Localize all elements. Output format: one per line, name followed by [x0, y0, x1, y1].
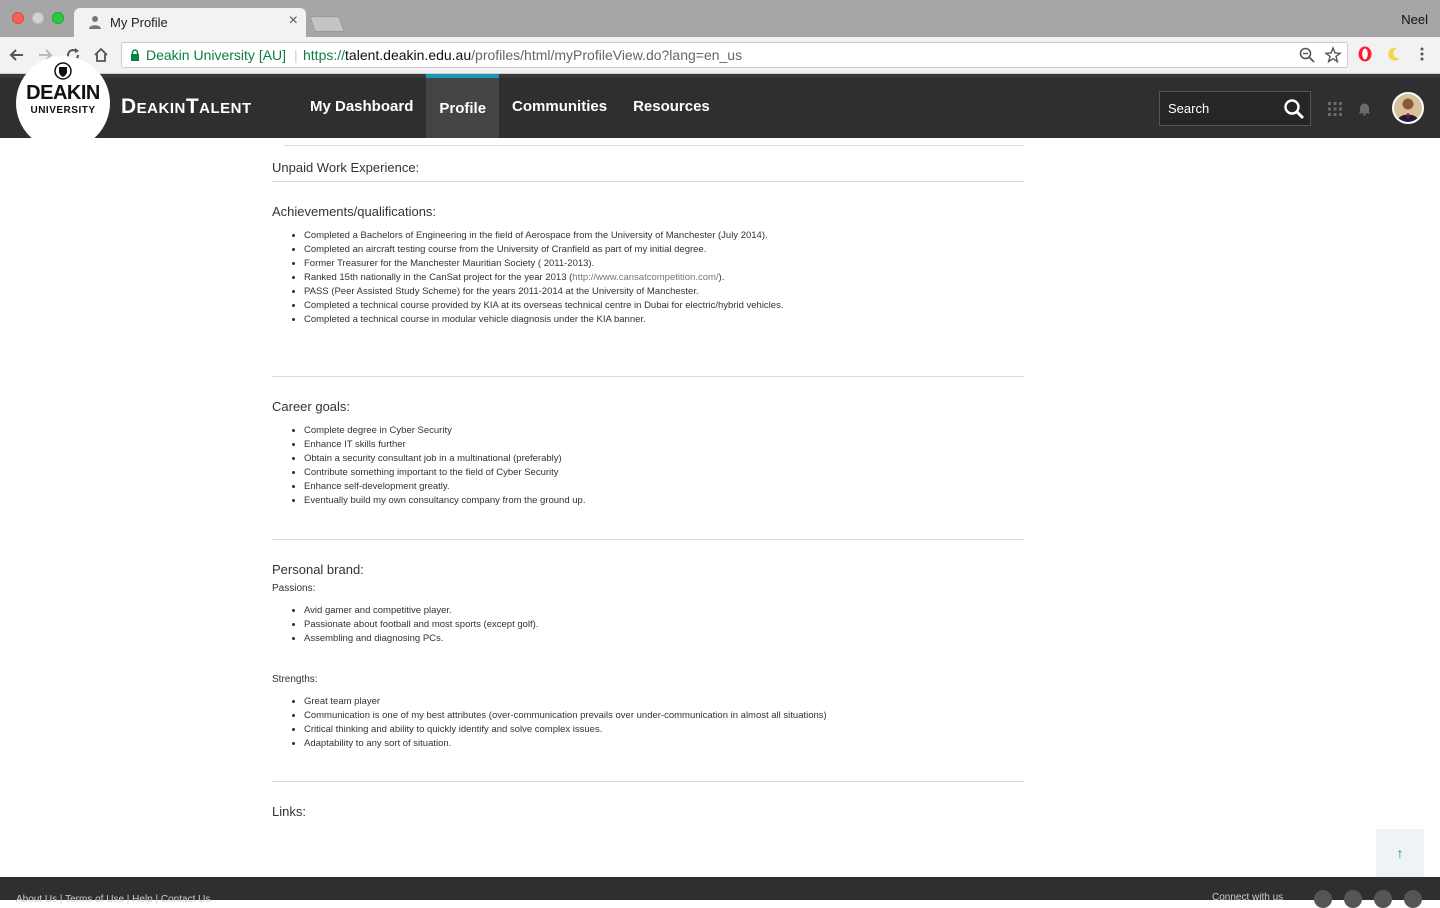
strengths-label: Strengths:: [272, 674, 318, 685]
list-item: PASS (Peer Assisted Study Scheme) for th…: [304, 285, 1024, 299]
back-to-top-button[interactable]: ↑: [1376, 829, 1424, 877]
site-brand[interactable]: DeakinTalent: [121, 95, 252, 119]
avatar-photo-icon: [1394, 94, 1422, 122]
passions-list: Avid gamer and competitive player. Passi…: [272, 604, 1024, 646]
search-placeholder: Search: [1168, 101, 1210, 116]
logo-deakin-text: DEAKIN: [26, 82, 100, 104]
back-arrow-icon[interactable]: [6, 44, 28, 66]
url-scheme: https://: [303, 47, 346, 63]
career-goals-list: Complete degree in Cyber Security Enhanc…: [272, 424, 1024, 508]
lock-icon: [131, 49, 139, 61]
divider: [272, 181, 1024, 182]
bookmark-star-icon[interactable]: [1324, 46, 1342, 64]
list-item: Completed a technical course provided by…: [304, 299, 1024, 313]
browser-titlebar: My Profile × Neel: [0, 0, 1440, 37]
search-icon[interactable]: [1283, 98, 1305, 120]
new-tab-button[interactable]: [309, 16, 345, 32]
browser-toolbar: Deakin University [AU] | https://talent.…: [0, 37, 1440, 74]
url-text: https://talent.deakin.edu.au/profiles/ht…: [303, 47, 742, 63]
url-separator: |: [294, 47, 298, 63]
arrow-up-icon: ↑: [1396, 845, 1404, 861]
person-icon: [89, 16, 101, 29]
divider: [272, 376, 1024, 377]
deakin-logo[interactable]: DEAKIN UNIVERSITY: [16, 56, 110, 150]
list-item-text: ).: [718, 272, 725, 283]
url-path: /profiles/html/myProfileView.do?lang=en_…: [471, 47, 743, 63]
list-item-text: Ranked 15th nationally in the CanSat pro…: [304, 272, 573, 283]
minimize-window-button[interactable]: [32, 12, 44, 24]
close-window-button[interactable]: [12, 12, 24, 24]
main-nav: My Dashboard Profile Communities Resourc…: [297, 74, 723, 138]
facebook-icon[interactable]: [1374, 890, 1392, 908]
list-item: Communication is one of my best attribut…: [304, 709, 1024, 723]
tab-close-icon[interactable]: ×: [289, 13, 298, 29]
browser-tab[interactable]: My Profile ×: [74, 8, 306, 37]
home-icon[interactable]: [90, 44, 112, 66]
nav-my-dashboard[interactable]: My Dashboard: [297, 74, 426, 138]
moon-extension-icon[interactable]: [1386, 46, 1402, 62]
achievements-title: Achievements/qualifications:: [272, 204, 437, 219]
profile-content: Unpaid Work Experience: Achievements/qua…: [272, 138, 1024, 819]
nav-resources[interactable]: Resources: [620, 74, 723, 138]
user-avatar[interactable]: [1392, 92, 1424, 124]
list-item: Adaptability to any sort of situation.: [304, 737, 1024, 751]
list-item: Former Treasurer for the Manchester Maur…: [304, 257, 1024, 271]
list-item: Avid gamer and competitive player.: [304, 604, 1024, 618]
maximize-window-button[interactable]: [52, 12, 64, 24]
browser-menu-icon[interactable]: [1414, 46, 1430, 62]
browser-profile-name[interactable]: Neel: [1401, 12, 1428, 27]
achievements-list: Completed a Bachelors of Engineering in …: [272, 229, 1024, 327]
opera-extension-icon[interactable]: [1357, 46, 1373, 62]
career-goals-title: Career goals:: [272, 399, 351, 414]
zoom-icon[interactable]: [1298, 46, 1316, 64]
crest-icon: [54, 62, 72, 80]
passions-label: Passions:: [272, 583, 316, 594]
list-item: Great team player: [304, 695, 1024, 709]
links-title: Links:: [272, 804, 306, 819]
list-item: Completed a technical course in modular …: [304, 313, 1024, 327]
list-item: Completed a Bachelors of Engineering in …: [304, 229, 1024, 243]
linkedin-icon[interactable]: [1344, 890, 1362, 908]
site-identity: Deakin University [AU]: [146, 47, 287, 63]
connect-label: Connect with us: [1212, 892, 1284, 903]
list-item: Contribute something important to the fi…: [304, 466, 1024, 480]
notification-bell-icon[interactable]: [1358, 102, 1371, 116]
logo-university-text: UNIVERSITY: [30, 105, 96, 116]
list-item: Obtain a security consultant job in a mu…: [304, 452, 1024, 466]
nav-profile[interactable]: Profile: [426, 74, 500, 138]
list-item: Critical thinking and ability to quickly…: [304, 723, 1024, 737]
list-item: Completed an aircraft testing course fro…: [304, 243, 1024, 257]
divider: [272, 539, 1024, 540]
divider: [272, 781, 1024, 782]
list-item: Ranked 15th nationally in the CanSat pro…: [304, 271, 1024, 285]
unpaid-work-title: Unpaid Work Experience:: [272, 160, 420, 175]
list-item: Enhance IT skills further: [304, 438, 1024, 452]
apps-grid-icon[interactable]: [1328, 102, 1342, 116]
youtube-icon[interactable]: [1314, 890, 1332, 908]
site-footer: About Us | Terms of Use | Help | Contact…: [0, 877, 1440, 908]
url-host: talent.deakin.edu.au: [345, 47, 472, 63]
list-item: Assembling and diagnosing PCs.: [304, 632, 1024, 646]
list-item: Passionate about football and most sport…: [304, 618, 1024, 632]
list-item: Enhance self-development greatly.: [304, 480, 1024, 494]
list-item: Eventually build my own consultancy comp…: [304, 494, 1024, 508]
cansat-link[interactable]: http://www.cansatcompetition.com/: [572, 272, 718, 283]
address-bar[interactable]: Deakin University [AU] | https://talent.…: [121, 42, 1348, 68]
site-search-input[interactable]: Search: [1159, 91, 1311, 126]
list-item: Complete degree in Cyber Security: [304, 424, 1024, 438]
divider: [284, 145, 1024, 146]
nav-communities[interactable]: Communities: [499, 74, 620, 138]
tab-title: My Profile: [110, 15, 168, 30]
twitter-icon[interactable]: [1404, 890, 1422, 908]
personal-brand-title: Personal brand:: [272, 562, 364, 577]
strengths-list: Great team player Communication is one o…: [272, 695, 1024, 751]
